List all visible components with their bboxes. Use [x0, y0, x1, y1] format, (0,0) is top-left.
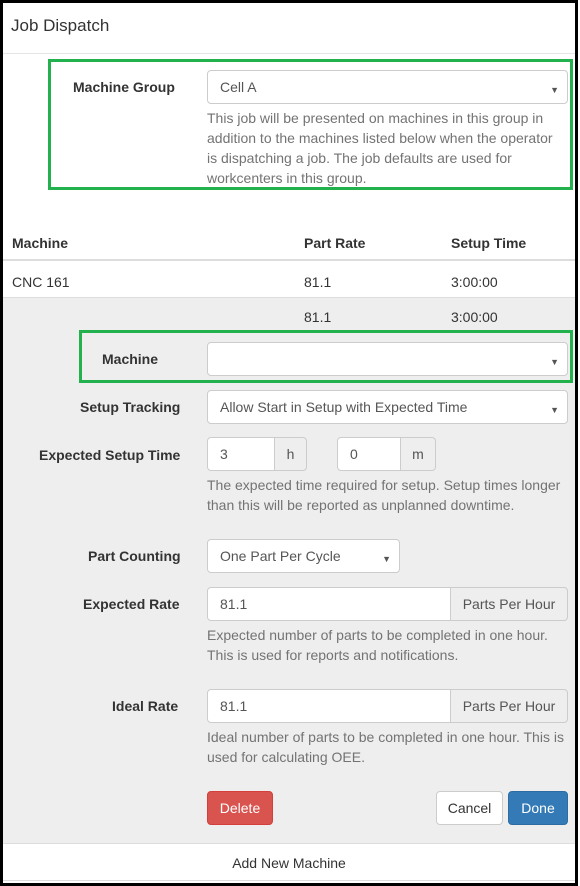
cell-part-rate: 81.1 — [304, 274, 332, 290]
done-button[interactable]: Done — [508, 791, 568, 825]
dialog-title: Job Dispatch — [11, 16, 110, 35]
cell-setup-time: 3:00:00 — [451, 309, 498, 325]
highlight-box-machine — [79, 330, 573, 383]
column-header-machine: Machine — [12, 235, 69, 251]
column-header-part-rate: Part Rate — [304, 235, 366, 251]
part-counting-select[interactable]: One Part Per Cycle ▼ — [207, 539, 400, 573]
setup-tracking-label: Setup Tracking — [80, 399, 181, 415]
expected-setup-time-label: Expected Setup Time — [39, 447, 181, 463]
expected-rate-label: Expected Rate — [83, 596, 180, 612]
expected-setup-time-help: The expected time required for setup. Se… — [207, 477, 561, 513]
expected-rate-help: Expected number of parts to be completed… — [207, 627, 548, 663]
cell-part-rate: 81.1 — [304, 309, 332, 325]
minutes-unit-addon: m — [400, 437, 436, 471]
machine-table-header: Machine Part Rate Setup Time — [3, 223, 575, 261]
delete-button[interactable]: Delete — [207, 791, 273, 825]
part-counting-label: Part Counting — [88, 548, 181, 564]
setup-tracking-select[interactable]: Allow Start in Setup with Expected Time … — [207, 390, 568, 424]
ideal-rate-input[interactable]: 81.1 — [207, 689, 451, 723]
expected-rate-input[interactable]: 81.1 — [207, 587, 451, 621]
add-new-machine-row: Add New Machine — [3, 845, 575, 881]
setup-minutes-input[interactable]: 0 — [337, 437, 401, 471]
cancel-button[interactable]: Cancel — [436, 791, 503, 825]
cell-machine: CNC 161 — [12, 274, 70, 290]
expected-rate-unit-addon: Parts Per Hour — [450, 587, 568, 621]
highlight-box-machine-group — [48, 59, 573, 190]
ideal-rate-help: Ideal number of parts to be completed in… — [207, 729, 564, 765]
ideal-rate-unit-addon: Parts Per Hour — [450, 689, 568, 723]
hours-unit-addon: h — [274, 437, 307, 471]
add-new-machine-link[interactable]: Add New Machine — [232, 855, 346, 871]
job-dispatch-dialog: Job Dispatch Machine Group Cell A ▼ This… — [0, 0, 578, 886]
chevron-down-icon: ▼ — [382, 554, 391, 564]
setup-tracking-value: Allow Start in Setup with Expected Time — [220, 399, 468, 415]
part-counting-value: One Part Per Cycle — [220, 548, 341, 564]
table-row[interactable]: CNC 161 81.1 3:00:00 — [3, 262, 575, 298]
setup-hours-input[interactable]: 3 — [207, 437, 275, 471]
ideal-rate-label: Ideal Rate — [112, 698, 179, 714]
column-header-setup-time: Setup Time — [451, 235, 527, 251]
chevron-down-icon: ▼ — [550, 405, 559, 415]
cell-setup-time: 3:00:00 — [451, 274, 498, 290]
dialog-header: Job Dispatch — [3, 3, 575, 54]
